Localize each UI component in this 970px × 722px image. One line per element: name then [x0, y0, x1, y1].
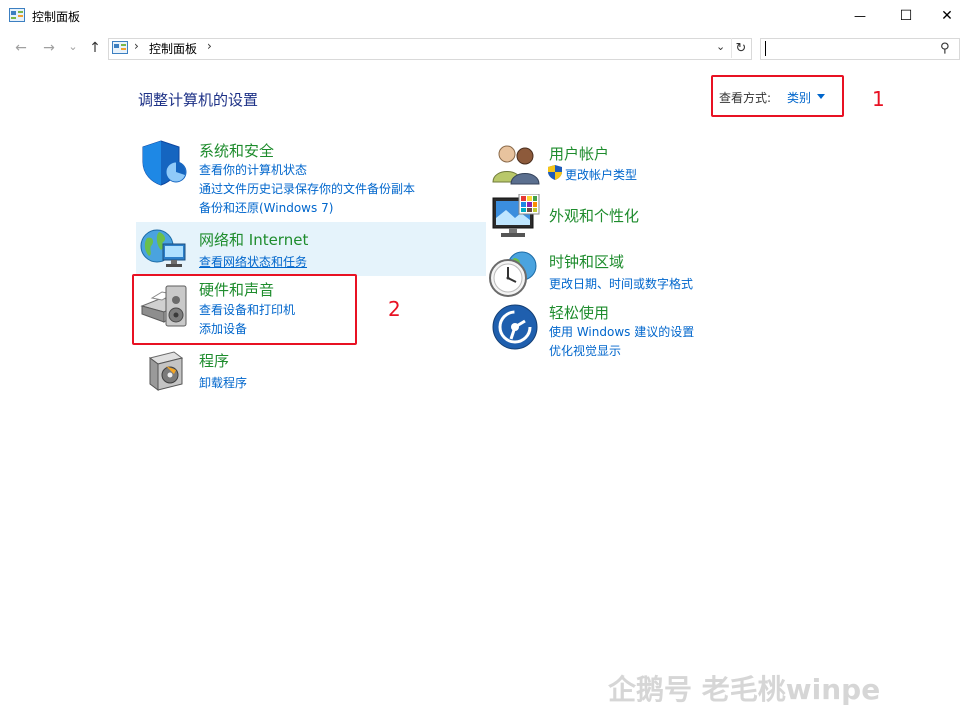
minimize-button[interactable]: —: [837, 0, 883, 32]
link-change-date-time-format[interactable]: 更改日期、时间或数字格式: [549, 275, 693, 292]
minimize-icon: —: [854, 9, 866, 23]
annotation-box-2: [132, 274, 357, 345]
up-arrow-icon: ↑: [89, 40, 101, 56]
control-panel-icon: [9, 8, 25, 22]
breadcrumb-control-panel[interactable]: 控制面板: [149, 40, 197, 57]
refresh-icon: ↻: [735, 40, 747, 56]
category-user-accounts[interactable]: 用户帐户: [549, 143, 609, 164]
users-icon[interactable]: [491, 142, 541, 186]
maximize-icon: ☐: [899, 8, 913, 24]
forward-button[interactable]: →: [40, 39, 58, 57]
maximize-button[interactable]: ☐: [883, 0, 929, 32]
address-dropdown-button[interactable]: ⌄: [716, 40, 725, 53]
category-network-internet[interactable]: 网络和 Internet: [199, 229, 308, 250]
uac-shield-icon: [548, 165, 562, 180]
search-input[interactable]: [760, 38, 960, 60]
annotation-label-2: 2: [388, 297, 401, 321]
link-network-status[interactable]: 查看网络状态和任务: [199, 253, 307, 270]
category-clock-region[interactable]: 时钟和区域: [549, 251, 624, 272]
up-button[interactable]: ↑: [86, 39, 104, 57]
category-appearance-personalization[interactable]: 外观和个性化: [549, 205, 639, 226]
clock-globe-icon[interactable]: [488, 250, 540, 298]
network-globe-icon[interactable]: [139, 226, 189, 274]
link-uninstall-program[interactable]: 卸载程序: [199, 374, 247, 391]
close-icon: ✕: [941, 8, 953, 24]
chevron-down-icon: ⌄: [68, 39, 78, 53]
back-button[interactable]: ←: [12, 39, 30, 57]
shield-icon[interactable]: [139, 138, 189, 188]
category-system-security[interactable]: 系统和安全: [199, 140, 274, 161]
watermark: 企鹅号 老毛桃winpe: [608, 673, 881, 706]
chevron-down-icon: ⌄: [716, 40, 726, 53]
forward-arrow-icon: →: [43, 40, 55, 56]
title-bar: [0, 0, 970, 32]
annotation-label-1: 1: [872, 87, 885, 111]
category-programs[interactable]: 程序: [199, 350, 229, 371]
text-cursor: [765, 41, 766, 56]
control-panel-icon: [112, 41, 128, 54]
link-recommended-settings[interactable]: 使用 Windows 建议的设置: [549, 323, 694, 340]
link-file-history[interactable]: 通过文件历史记录保存你的文件备份副本: [199, 180, 415, 197]
monitor-palette-icon[interactable]: [491, 194, 541, 242]
link-backup-restore[interactable]: 备份和还原(Windows 7): [199, 199, 333, 216]
annotation-box-1: [711, 75, 844, 117]
link-optimize-visual-display[interactable]: 优化视觉显示: [549, 342, 621, 359]
back-arrow-icon: ←: [15, 40, 27, 56]
close-button[interactable]: ✕: [924, 0, 970, 32]
refresh-button[interactable]: ↻: [731, 38, 750, 58]
page-title: 调整计算机的设置: [138, 91, 259, 109]
breadcrumb-separator[interactable]: ›: [134, 39, 139, 53]
link-change-account-type[interactable]: 更改帐户类型: [565, 166, 637, 183]
ease-of-access-icon[interactable]: [491, 303, 539, 351]
program-disc-icon[interactable]: [144, 348, 188, 394]
breadcrumb-separator-end[interactable]: ›: [207, 39, 212, 53]
search-icon[interactable]: ⚲: [940, 41, 950, 56]
address-bar[interactable]: [108, 38, 752, 60]
link-view-computer-status[interactable]: 查看你的计算机状态: [199, 161, 307, 178]
recent-locations-button[interactable]: ⌄: [64, 37, 82, 55]
window-title: 控制面板: [32, 10, 81, 24]
category-ease-of-access[interactable]: 轻松使用: [549, 302, 609, 323]
